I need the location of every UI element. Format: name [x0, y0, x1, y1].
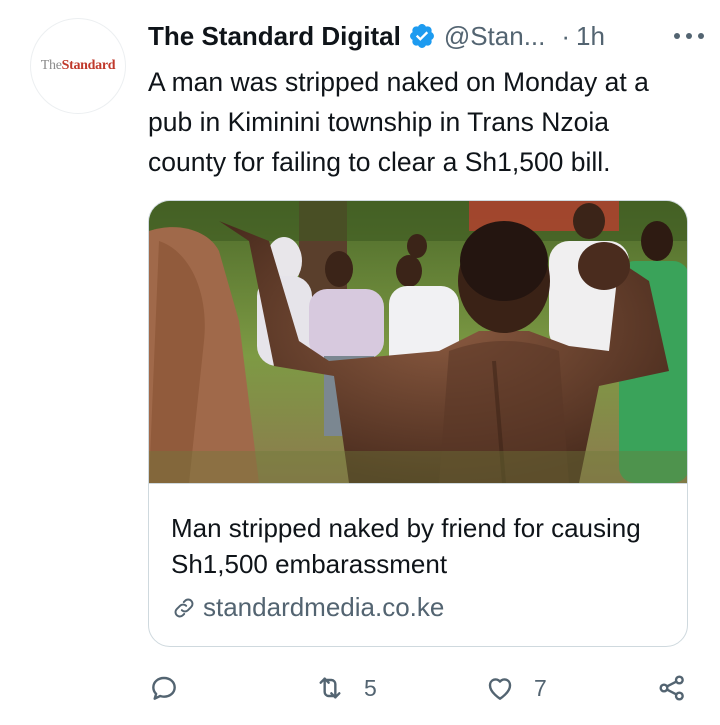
separator-dot: ·	[561, 20, 571, 51]
display-name[interactable]: The Standard Digital	[148, 21, 401, 52]
like-count: 7	[534, 674, 547, 701]
link-icon	[174, 598, 194, 617]
card-image[interactable]	[149, 201, 687, 483]
more-horizontal-icon[interactable]	[664, 24, 704, 48]
heart-icon	[488, 678, 512, 700]
verified-badge-icon	[409, 24, 434, 48]
card-domain-text: standardmedia.co.ke	[203, 592, 445, 622]
timestamp[interactable]: 1h	[576, 21, 605, 52]
link-card[interactable]: Man stripped naked by friend for causing…	[148, 200, 688, 647]
handle[interactable]: @Stan...	[444, 21, 546, 52]
avatar-logo-the: The	[40, 58, 62, 73]
avatar-logo-standard: Standard	[61, 58, 116, 73]
action-bar: 5 7	[148, 672, 696, 708]
card-body[interactable]: Man stripped naked by friend for causing…	[149, 483, 687, 646]
card-title[interactable]: Man stripped naked by friend for causing…	[171, 510, 665, 582]
tweet-header: The Standard Digital @Stan... · 1h	[148, 16, 704, 56]
reply-button[interactable]	[148, 672, 180, 704]
card-photo	[149, 201, 687, 483]
retweet-icon	[319, 677, 341, 699]
share-button[interactable]	[656, 672, 688, 704]
retweet-button[interactable]: 5	[314, 672, 377, 704]
avatar[interactable]: The Standard	[30, 18, 126, 114]
tweet-text: A man was stripped naked on Monday at a …	[148, 67, 649, 177]
share-icon	[659, 675, 684, 701]
retweet-count: 5	[364, 674, 377, 701]
like-button[interactable]: 7	[484, 672, 547, 704]
card-domain[interactable]: standardmedia.co.ke	[171, 592, 665, 623]
reply-icon	[152, 676, 176, 700]
